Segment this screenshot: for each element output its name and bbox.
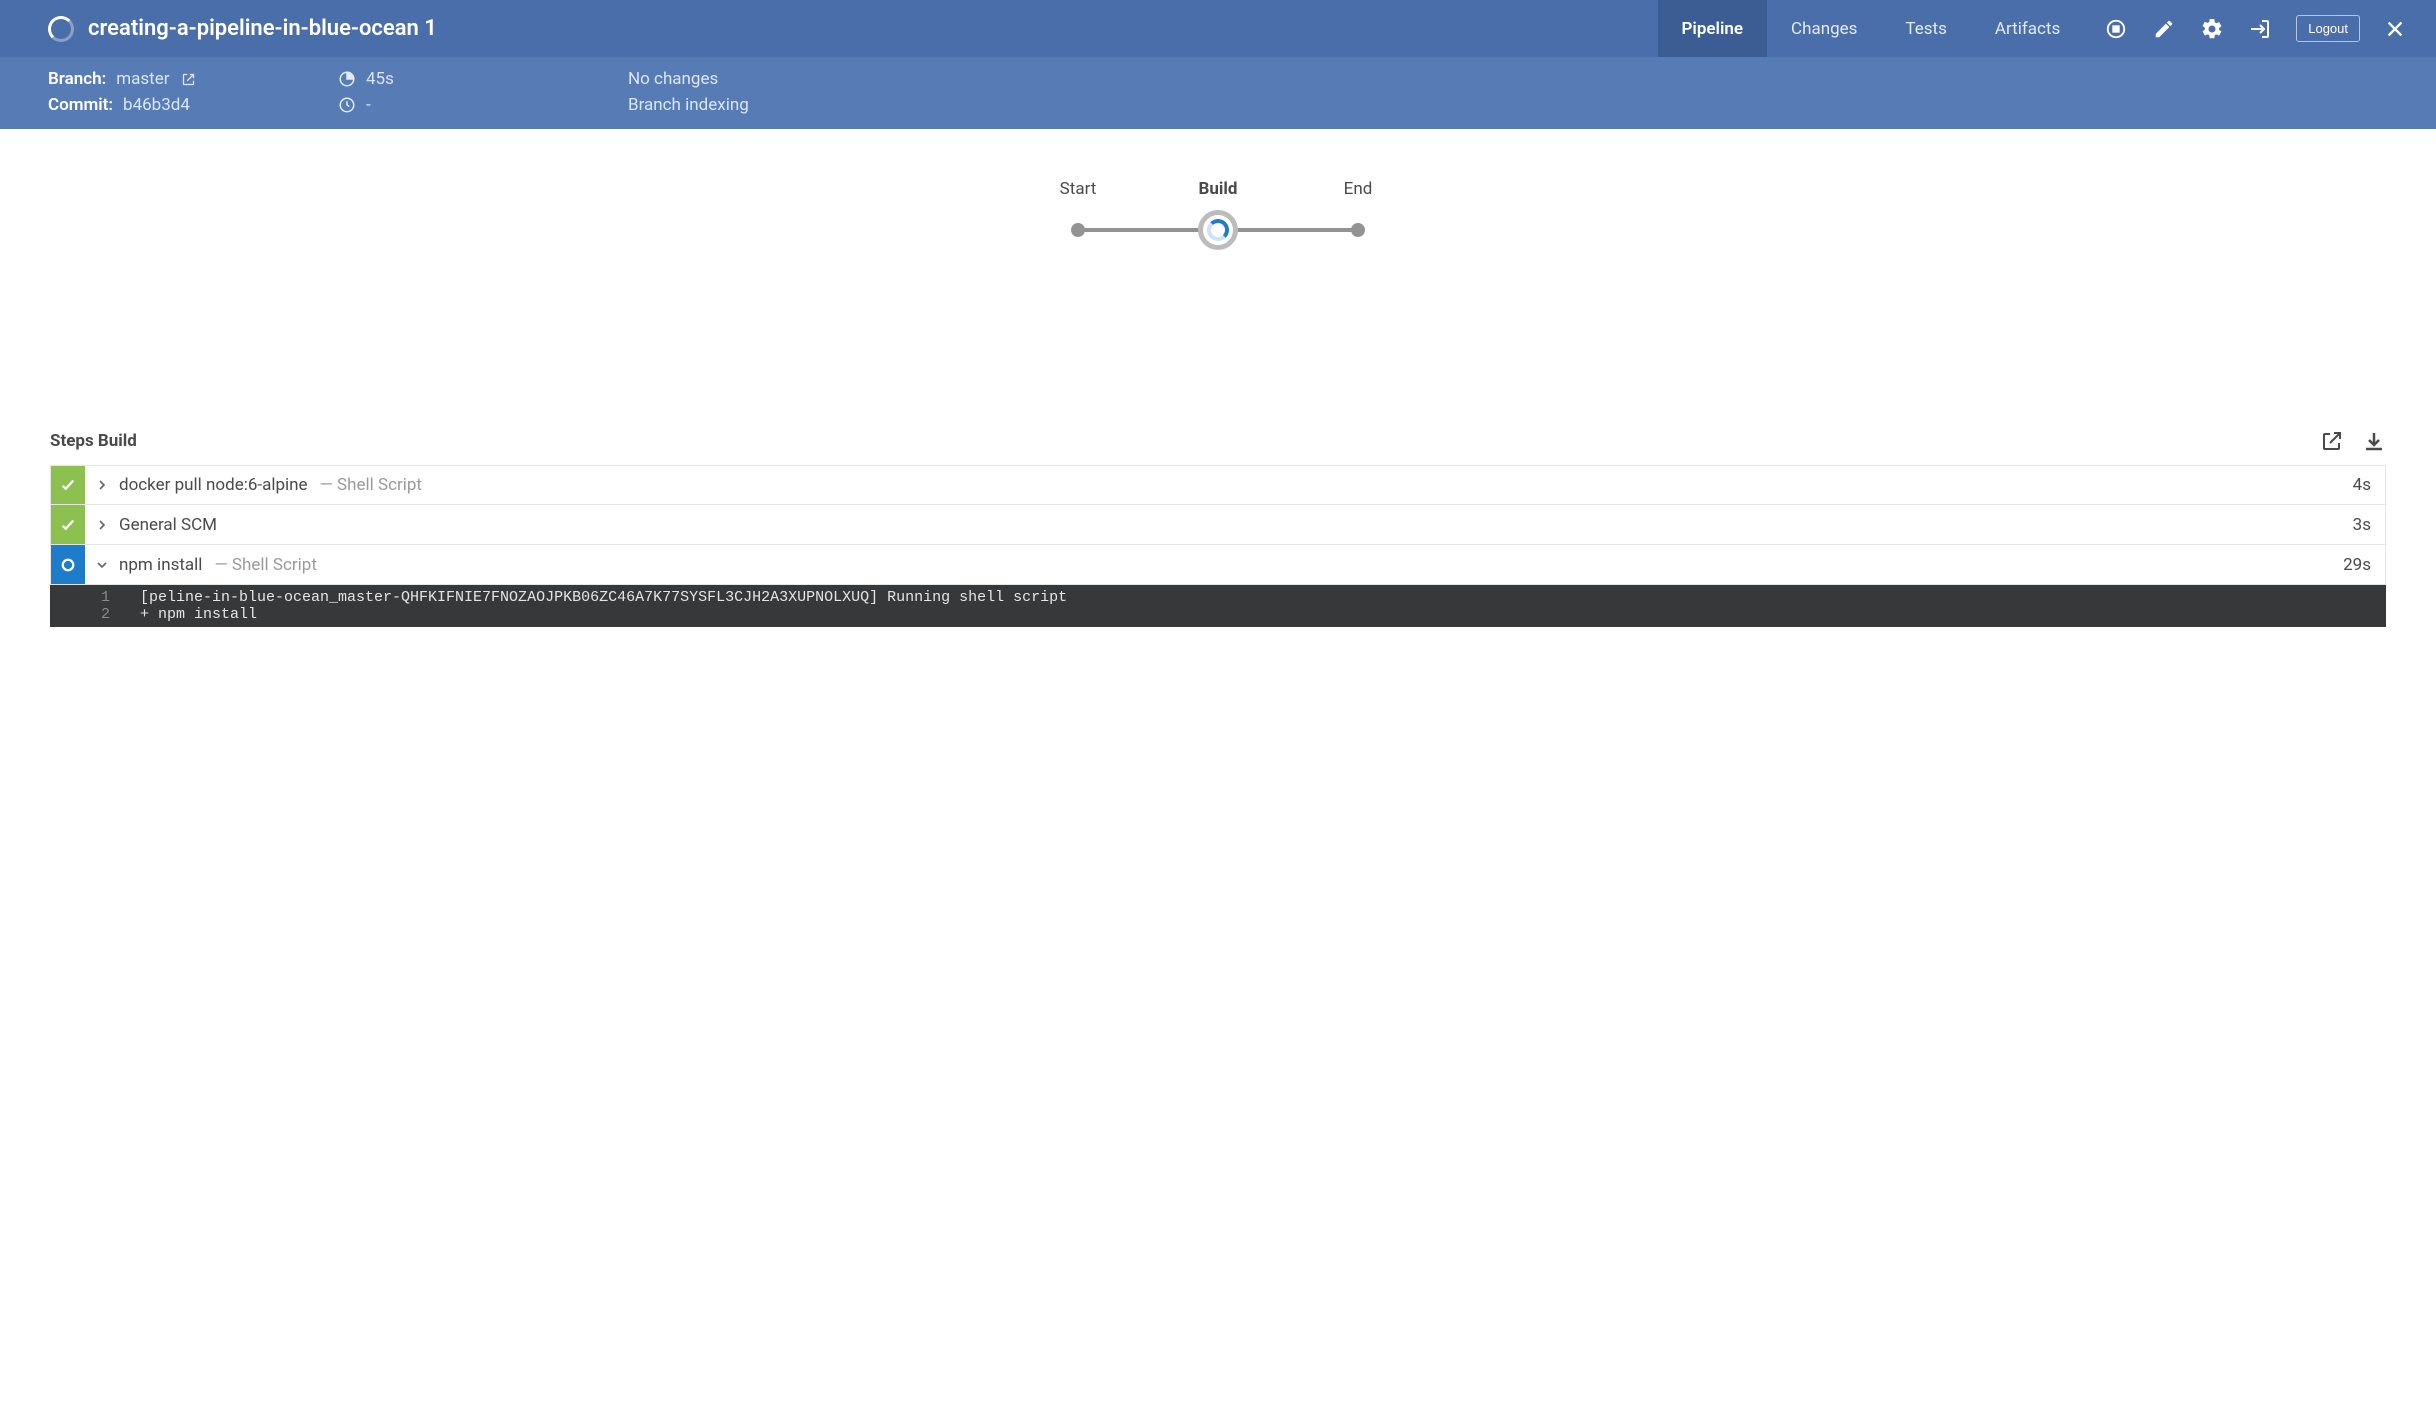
steps-quickactions: [2320, 429, 2386, 453]
logout-label: Logout: [2308, 21, 2348, 36]
commit-label: Commit:: [48, 95, 113, 115]
tab-label: Changes: [1791, 19, 1857, 39]
step-row[interactable]: docker pull node:6-alpine — Shell Script 4…: [50, 465, 2386, 505]
step-subtitle: — Shell Script: [320, 475, 422, 495]
status-success-icon: [51, 505, 85, 544]
chevron-right-icon[interactable]: [85, 477, 119, 493]
pipeline-graph: Start Build End: [0, 129, 2436, 289]
close-icon[interactable]: [2384, 18, 2406, 40]
open-branch-icon[interactable]: [180, 70, 198, 88]
branch-label: Branch:: [48, 69, 106, 89]
steps-heading: Steps Build: [50, 431, 137, 451]
chevron-right-icon[interactable]: [85, 517, 119, 533]
open-log-newwindow-icon[interactable]: [2320, 429, 2344, 453]
run-header: creating-a-pipeline-in-blue-ocean 1 Pipe…: [0, 0, 2436, 57]
duration-cell: 45s: [338, 69, 618, 89]
changes-text: No changes: [628, 69, 718, 89]
step-name: npm install: [119, 555, 202, 575]
stage-node-end[interactable]: [1351, 223, 1365, 237]
step-name: docker pull node:6-alpine: [119, 475, 308, 495]
status-running-icon: [51, 545, 85, 584]
logout-button[interactable]: Logout: [2296, 15, 2360, 42]
exit-icon[interactable]: [2248, 17, 2272, 41]
queue-value: -: [366, 95, 371, 115]
log-line-number: 1: [50, 589, 140, 606]
clock-icon: [338, 96, 356, 114]
changes-cause: Branch indexing: [628, 95, 749, 115]
log-line: 2+ npm install: [50, 606, 2386, 623]
step-duration: 4s: [2353, 475, 2385, 495]
header-actions: Logout: [2104, 15, 2406, 42]
step-name: General SCM: [119, 515, 217, 535]
steps-section: Steps Build docker pull node:6-alpine — S…: [0, 429, 2436, 667]
step-row[interactable]: npm install — Shell Script 29s: [50, 545, 2386, 585]
stage-label-start: Start: [1028, 179, 1128, 199]
stage-label-build: Build: [1168, 179, 1268, 199]
tab-changes[interactable]: Changes: [1767, 0, 1881, 57]
stage-running-spinner-icon: [1207, 219, 1229, 241]
log-line-text: + npm install: [140, 606, 2386, 623]
run-subheader: Branch: master 45s No changes Commit: b4…: [0, 57, 2436, 129]
stage-label-end: End: [1308, 179, 1408, 199]
page-title: creating-a-pipeline-in-blue-ocean 1: [88, 16, 437, 41]
changes-line1: No changes: [628, 69, 2388, 89]
edit-icon[interactable]: [2152, 17, 2176, 41]
tab-artifacts[interactable]: Artifacts: [1971, 0, 2084, 57]
header-tabs: Pipeline Changes Tests Artifacts: [1658, 0, 2085, 57]
tab-label: Tests: [1905, 19, 1946, 39]
stage-node-build[interactable]: [1198, 210, 1238, 250]
tab-label: Artifacts: [1995, 19, 2060, 39]
step-log: 1[peline-in-blue-ocean_master-QHFKIFNIE7…: [50, 585, 2386, 627]
commit-cell: Commit: b46b3d4: [48, 95, 328, 115]
tab-label: Pipeline: [1682, 19, 1744, 39]
step-row[interactable]: General SCM 3s: [50, 505, 2386, 545]
stop-icon[interactable]: [2104, 17, 2128, 41]
step-duration: 3s: [2353, 515, 2385, 535]
queue-cell: -: [338, 95, 618, 115]
branch-value: master: [116, 69, 169, 89]
log-line-text: [peline-in-blue-ocean_master-QHFKIFNIE7F…: [140, 589, 2386, 606]
status-spinner-icon: [48, 16, 74, 42]
step-list: docker pull node:6-alpine — Shell Script 4…: [50, 465, 2386, 627]
download-log-icon[interactable]: [2362, 429, 2386, 453]
stage-node-start[interactable]: [1071, 223, 1085, 237]
log-line: 1[peline-in-blue-ocean_master-QHFKIFNIE7…: [50, 589, 2386, 606]
log-line-number: 2: [50, 606, 140, 623]
tab-tests[interactable]: Tests: [1881, 0, 1970, 57]
step-subtitle: — Shell Script: [214, 555, 316, 575]
step-duration: 29s: [2343, 555, 2385, 575]
gear-icon[interactable]: [2200, 17, 2224, 41]
progress-icon: [338, 70, 356, 88]
changes-line2: Branch indexing: [628, 95, 2388, 115]
commit-value: b46b3d4: [123, 95, 190, 115]
branch-cell: Branch: master: [48, 69, 328, 89]
tab-pipeline[interactable]: Pipeline: [1658, 0, 1768, 57]
duration-value: 45s: [366, 69, 394, 89]
status-success-icon: [51, 466, 85, 504]
chevron-down-icon[interactable]: [85, 557, 119, 573]
